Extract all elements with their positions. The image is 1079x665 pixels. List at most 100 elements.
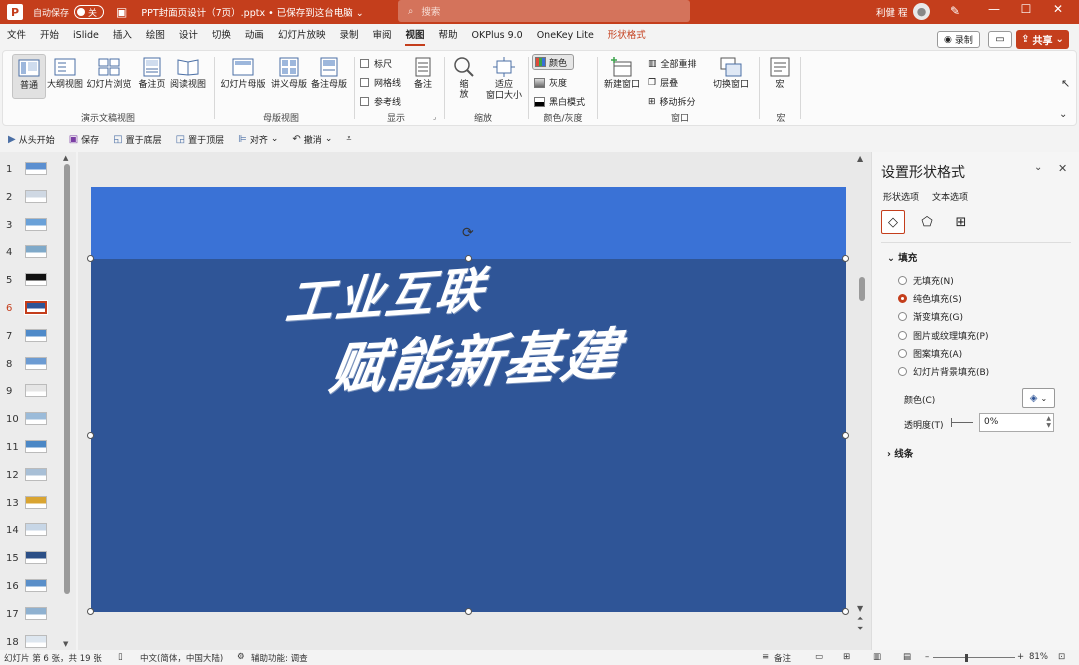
tab-transitions[interactable]: 切换 (205, 24, 238, 48)
canvas-scrollbar[interactable] (859, 277, 865, 301)
tab-slideshow[interactable]: 幻灯片放映 (271, 24, 333, 48)
slide-thumbnail[interactable]: 17 (0, 606, 70, 627)
save-icon[interactable]: ▣ (116, 5, 127, 19)
resize-handle[interactable] (465, 608, 472, 615)
gradient-fill-radio[interactable]: 渐变填充(G) (898, 310, 963, 323)
minimize-button[interactable]: — (982, 2, 1006, 16)
slide-thumbnail[interactable]: 16 (0, 579, 70, 599)
record-button[interactable]: ◉ 录制 (937, 31, 980, 48)
zoom-slider[interactable] (933, 657, 1015, 658)
resize-handle[interactable] (87, 608, 94, 615)
no-fill-radio[interactable]: 无填充(N) (898, 274, 954, 287)
black-white-button[interactable]: 黑白模式 (534, 95, 585, 108)
slide-thumbnail[interactable]: 4 (0, 245, 70, 265)
chevron-down-icon[interactable]: ⌄ (1059, 109, 1067, 120)
notes-toggle[interactable]: 备注 (774, 652, 791, 664)
size-properties-icon[interactable]: ⊞ (949, 210, 973, 234)
undo-button[interactable]: ↶ 撤消 ⌄ (292, 133, 332, 146)
outline-view-button[interactable]: 大纲视图 (47, 57, 83, 91)
align-button[interactable]: ⊫ 对齐 ⌄ (238, 133, 278, 146)
share-button[interactable]: ⇪ 共享 ⌄ (1016, 30, 1069, 49)
slide-thumbnail[interactable]: 14 (0, 523, 70, 543)
grayscale-button[interactable]: 灰度 (534, 76, 567, 89)
scroll-down-icon[interactable]: ▼ (857, 604, 863, 613)
resize-handle[interactable] (87, 432, 94, 439)
picture-fill-radio[interactable]: 图片或纹理填充(P) (898, 329, 988, 342)
slide-thumbnail[interactable]: 2 (0, 189, 70, 210)
slide-sorter-button[interactable]: 幻灯片浏览 (86, 57, 132, 91)
bring-to-front-button[interactable]: ◲ 置于顶层 (176, 133, 224, 146)
tab-home[interactable]: 开始 (33, 24, 66, 48)
slide-thumbnail[interactable]: 8 (0, 356, 70, 377)
restore-button[interactable]: ☐ (1014, 2, 1038, 16)
tab-review[interactable]: 审阅 (365, 24, 398, 48)
tab-insert[interactable]: 插入 (106, 24, 139, 48)
user-name[interactable]: 利健 程 (876, 5, 908, 19)
from-beginning-button[interactable]: ▶ 从头开始 (8, 133, 55, 146)
accessibility-status[interactable]: 辅助功能: 调查 (251, 652, 308, 664)
slide-thumbnail[interactable]: 13 (0, 495, 70, 516)
slide-master-button[interactable]: 幻灯片母版 (219, 57, 267, 91)
spellcheck-icon[interactable]: ▯ (118, 652, 123, 662)
tab-shape-format[interactable]: 形状格式 (601, 24, 653, 48)
slide-sorter-icon[interactable]: ⊞ (843, 652, 850, 662)
tab-file[interactable]: 文件 (0, 24, 33, 48)
avatar[interactable]: ● (913, 3, 930, 20)
reading-view-icon[interactable]: ▥ (873, 652, 881, 662)
slide-thumbnail[interactable]: 1 (0, 162, 70, 182)
fit-to-window-button[interactable]: 适应 窗口大小 (483, 57, 525, 102)
new-window-button[interactable]: 新建窗口 (603, 57, 641, 91)
ruler-checkbox[interactable]: 标尺 (360, 57, 392, 70)
solid-fill-radio[interactable]: 纯色填充(S) (898, 292, 962, 305)
slide-thumbnail[interactable]: 11 (0, 440, 70, 460)
slide-thumbnail[interactable]: 3 (0, 217, 70, 238)
autosave-toggle[interactable]: 关 (74, 5, 105, 19)
color-mode-button[interactable]: 颜色 (532, 54, 574, 70)
tab-shape-options[interactable]: 形状选项 (883, 190, 919, 203)
slide-title-line-2[interactable]: 赋能新基建 (325, 309, 628, 406)
fit-slide-icon[interactable]: ⊡ (1058, 652, 1065, 662)
zoom-out-icon[interactable]: – (925, 652, 929, 662)
slide-thumbnail[interactable]: 6 (0, 300, 70, 321)
tab-draw[interactable]: 绘图 (139, 24, 172, 48)
fill-color-picker[interactable]: ◈ ⌄ (1022, 388, 1055, 408)
transparency-slider[interactable] (951, 418, 973, 427)
zoom-slider-knob[interactable] (965, 654, 968, 662)
resize-handle[interactable] (842, 255, 849, 262)
slide[interactable]: 工业互联 赋能新基建 ⟳ (87, 187, 849, 615)
handout-master-button[interactable]: 讲义母版 (269, 57, 309, 91)
next-slide-icon[interactable]: ⏷ (857, 624, 863, 634)
tab-text-options[interactable]: 文本选项 (932, 190, 968, 203)
notes-master-button[interactable]: 备注母版 (308, 57, 350, 91)
close-button[interactable]: ✕ (1046, 2, 1070, 16)
customize-qat-button[interactable]: ⩡ (346, 134, 351, 144)
tab-animations[interactable]: 动画 (238, 24, 271, 48)
fill-section-header[interactable]: ⌄ 填充 (887, 250, 917, 264)
send-to-back-button[interactable]: ◱ 置于底层 (113, 133, 161, 146)
tab-islide[interactable]: iSlide (66, 24, 106, 48)
move-split-button[interactable]: ⊞ 移动拆分 (648, 95, 696, 109)
zoom-button[interactable]: 缩放 (451, 57, 477, 100)
reading-view-button[interactable]: 阅读视图 (168, 57, 208, 91)
chevron-down-icon[interactable]: ⌄ (1034, 162, 1042, 173)
cascade-button[interactable]: ❐ 层叠 (648, 76, 678, 90)
dialog-launcher-icon[interactable]: ⌟ (433, 113, 436, 121)
zoom-level[interactable]: 81% (1029, 652, 1048, 662)
slide-thumbnail[interactable]: 5 (0, 273, 70, 293)
fill-line-icon[interactable]: ◇ (881, 210, 905, 234)
scroll-up-icon[interactable]: ▲ (63, 154, 68, 162)
effects-pentagon-icon[interactable]: ⬠ (915, 210, 939, 234)
scroll-up-icon[interactable]: ▲ (857, 154, 863, 163)
previous-slide-icon[interactable]: ⏶ (857, 614, 863, 624)
search-box[interactable]: ⌕ 搜索 (398, 0, 690, 22)
slide-thumbnail[interactable]: 7 (0, 328, 70, 349)
language-indicator[interactable]: 中文(简体，中国大陆) (140, 652, 223, 664)
slideshow-icon[interactable]: ▤ (903, 652, 911, 662)
comment-button[interactable]: ▭ (988, 31, 1012, 48)
slide-thumbnail[interactable]: 9 (0, 384, 70, 404)
tab-okplus[interactable]: OKPlus 9.0 (465, 24, 530, 48)
resize-handle[interactable] (842, 608, 849, 615)
zoom-in-icon[interactable]: + (1017, 652, 1024, 662)
gridlines-checkbox[interactable]: 网格线 (360, 76, 401, 89)
rotate-handle-icon[interactable]: ⟳ (462, 225, 474, 241)
